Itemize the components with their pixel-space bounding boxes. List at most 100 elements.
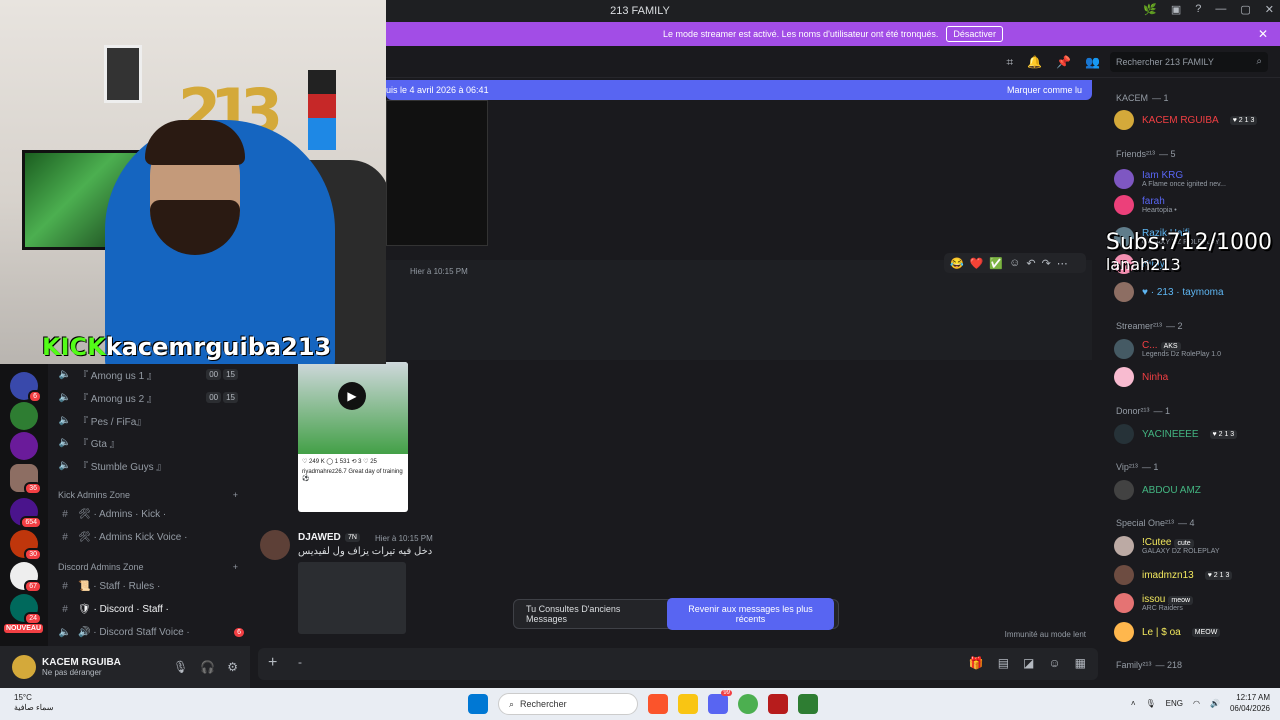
forward-icon[interactable]: ↷ bbox=[1042, 257, 1051, 270]
voice-channel[interactable]: 🔈 『 Among us 1 』 00 15 bbox=[58, 364, 238, 384]
server-icon-active[interactable]: 36 bbox=[10, 464, 42, 495]
screenshot-attachment[interactable] bbox=[298, 562, 406, 634]
sticker-icon[interactable]: ◪ bbox=[1023, 656, 1034, 670]
user-status: Ne pas déranger bbox=[42, 668, 102, 677]
inbox-icon[interactable]: ▣ bbox=[1171, 3, 1181, 16]
streamer-hair bbox=[145, 120, 245, 165]
member-item[interactable]: Le | $ oa MEOW bbox=[1114, 621, 1274, 643]
apps-icon[interactable]: ▦ bbox=[1075, 656, 1086, 670]
member-item[interactable]: YACINEEEE ♥ 2 1 3 bbox=[1114, 423, 1274, 445]
message-text: دخل فيه تيرات يزاف ول لفيديس bbox=[298, 546, 433, 557]
weather-widget[interactable]: 15°C سماء صافية bbox=[14, 693, 54, 713]
voice-channel[interactable]: 🔈 『 Pes / FiFa』 bbox=[58, 410, 238, 430]
voice-channel[interactable]: 🔈 『 Among us 2 』 00 15 bbox=[58, 387, 238, 407]
reply-icon[interactable]: ↶ bbox=[1026, 257, 1035, 270]
slowmode-note: Immunité au mode lent bbox=[1004, 630, 1086, 639]
clock[interactable]: 12:17 AM 06/04/2026 bbox=[1230, 692, 1270, 714]
wifi-icon[interactable]: ◠ bbox=[1193, 699, 1200, 708]
server-icon[interactable]: 30 bbox=[10, 530, 42, 561]
server-icon[interactable]: 6 bbox=[10, 372, 42, 403]
gift-icon[interactable]: 🎁 bbox=[969, 656, 984, 670]
mic-icon[interactable]: 🎙 bbox=[1146, 699, 1156, 708]
member-item[interactable]: farah Heartopia • bbox=[1114, 194, 1274, 216]
volume-icon[interactable]: 🔊 bbox=[1210, 699, 1220, 708]
member-item[interactable]: !Cutee cute GALAXY DZ ROLEPLAY bbox=[1114, 535, 1274, 557]
speaker-icon: 🔈 bbox=[58, 436, 72, 448]
member-item[interactable]: imadmzn13 ♥ 2 1 3 bbox=[1114, 564, 1274, 586]
message-input[interactable]: - bbox=[298, 655, 302, 669]
pin-icon[interactable]: 📌 bbox=[1056, 55, 1071, 70]
jump-to-present-button[interactable]: Revenir aux messages les plus récents bbox=[667, 598, 834, 630]
message-author[interactable]: DJAWED bbox=[298, 532, 341, 543]
gear-icon[interactable]: ⚙ bbox=[227, 660, 238, 674]
voice-channel[interactable]: # 🛠 · Admins Kick Voice · bbox=[58, 527, 238, 547]
brave-icon[interactable] bbox=[648, 694, 668, 714]
bell-icon[interactable]: 🔔 bbox=[1027, 55, 1042, 70]
add-reaction-icon[interactable]: ☺ bbox=[1009, 257, 1020, 269]
app-icon[interactable] bbox=[798, 694, 818, 714]
member-item[interactable]: C... AKS Legends Dz RolePlay 1.0 bbox=[1114, 338, 1274, 360]
instagram-embed[interactable]: ▶ ♡ 249 K ◯ 1 531 ⟲ 3 ♡ 25 riyadmahrez26… bbox=[298, 362, 408, 512]
app-icon[interactable] bbox=[768, 694, 788, 714]
threads-icon[interactable]: ⌗ bbox=[1006, 55, 1013, 70]
folder-icon[interactable] bbox=[678, 694, 698, 714]
member-item[interactable]: ♥ · 213 · taymoma bbox=[1114, 281, 1274, 303]
reaction[interactable]: ✅ bbox=[989, 257, 1003, 270]
embed-image[interactable] bbox=[386, 100, 488, 246]
member-item[interactable]: Iam KRG A Flame once ignited nev... bbox=[1114, 168, 1274, 190]
user-panel: KACEM RGUIBA Ne pas déranger 🎙 🎧 ⚙ bbox=[0, 646, 250, 688]
reaction[interactable]: ❤️ bbox=[970, 257, 984, 270]
minimize-icon[interactable]: — bbox=[1215, 3, 1226, 16]
more-icon[interactable]: ⋯ bbox=[1057, 257, 1068, 270]
help-icon[interactable]: ? bbox=[1195, 3, 1201, 16]
mark-read-button[interactable]: Marquer comme lu bbox=[1007, 85, 1082, 95]
search-input[interactable]: Rechercher 213 FAMILY ⌕ bbox=[1110, 52, 1268, 72]
chrome-icon[interactable] bbox=[738, 694, 758, 714]
text-channel[interactable]: # 📜 · Staff · Rules · bbox=[58, 576, 238, 596]
voice-channel[interactable]: 🔈 🔊 · Discord Staff Voice · 6 bbox=[58, 622, 244, 642]
taskbar-search[interactable]: ⌕ Rechercher bbox=[498, 693, 638, 715]
server-icon[interactable]: 24 bbox=[10, 594, 42, 625]
reaction[interactable]: 😂 bbox=[950, 257, 964, 270]
server-icon[interactable]: 67 bbox=[10, 562, 42, 593]
new-messages-banner[interactable]: uis le 4 avril 2026 à 06:41 Marquer comm… bbox=[386, 80, 1092, 100]
text-channel[interactable]: # 🛠 · Admins · Kick · bbox=[58, 504, 238, 524]
emoji-icon[interactable]: ☺ bbox=[1048, 656, 1060, 670]
member-item[interactable]: ABDOU AMZ bbox=[1114, 479, 1274, 501]
member-item[interactable]: Ninha bbox=[1114, 366, 1274, 388]
category-discord[interactable]: Discord Admins Zone + bbox=[58, 562, 238, 572]
start-icon[interactable] bbox=[468, 694, 488, 714]
server-icon[interactable] bbox=[10, 432, 38, 460]
server-icon[interactable] bbox=[10, 402, 38, 430]
members-icon[interactable]: 👥 bbox=[1085, 55, 1100, 70]
avatar[interactable] bbox=[260, 530, 290, 560]
discord-icon[interactable]: 99 bbox=[708, 690, 732, 714]
maximize-icon[interactable]: ▢ bbox=[1240, 3, 1250, 16]
gif-icon[interactable]: ▤ bbox=[998, 656, 1009, 670]
message-composer[interactable]: + - 🎁 ▤ ◪ ☺ ▦ bbox=[258, 648, 1098, 680]
disable-streamer-button[interactable]: Désactiver bbox=[946, 26, 1003, 42]
username[interactable]: KACEM RGUIBA bbox=[42, 657, 121, 668]
voice-channel[interactable]: 🔈 『 Gta 』 bbox=[58, 432, 238, 452]
play-icon[interactable]: ▶ bbox=[338, 382, 366, 410]
add-attachment-icon[interactable]: + bbox=[268, 654, 277, 672]
lang-indicator[interactable]: ENG bbox=[1166, 699, 1183, 708]
leaf-icon[interactable]: 🌿 bbox=[1143, 3, 1157, 16]
figurine bbox=[308, 70, 336, 150]
headset-icon[interactable]: 🎧 bbox=[200, 660, 215, 674]
close-icon[interactable]: ✕ bbox=[1258, 27, 1268, 41]
member-item[interactable]: issou meow ARC Raiders bbox=[1114, 592, 1274, 614]
close-icon[interactable]: ✕ bbox=[1265, 3, 1274, 16]
new-badge: NOUVEAU bbox=[4, 624, 44, 633]
text-channel-active[interactable]: # 🛡 · Discord · Staff · bbox=[58, 599, 238, 619]
category-kick[interactable]: Kick Admins Zone + bbox=[58, 490, 238, 500]
member-item[interactable]: KACEM RGUIBA ♥ 2 1 3 bbox=[1114, 109, 1274, 131]
chevron-up-icon[interactable]: ˄ bbox=[1131, 699, 1136, 708]
voice-channel[interactable]: 🔈 『 Stumble Guys 』 bbox=[58, 455, 238, 475]
taskbar: 15°C سماء صافية ⌕ Rechercher 99 ˄ 🎙 ENG ◠ … bbox=[0, 688, 1280, 720]
message-actions[interactable]: 😂 ❤️ ✅ ☺ ↶ ↷ ⋯ bbox=[944, 253, 1086, 273]
avatar[interactable] bbox=[12, 655, 36, 679]
mic-icon[interactable]: 🎙 bbox=[173, 660, 188, 674]
hash-icon: # bbox=[62, 531, 68, 543]
server-icon[interactable]: 654 bbox=[10, 498, 42, 529]
